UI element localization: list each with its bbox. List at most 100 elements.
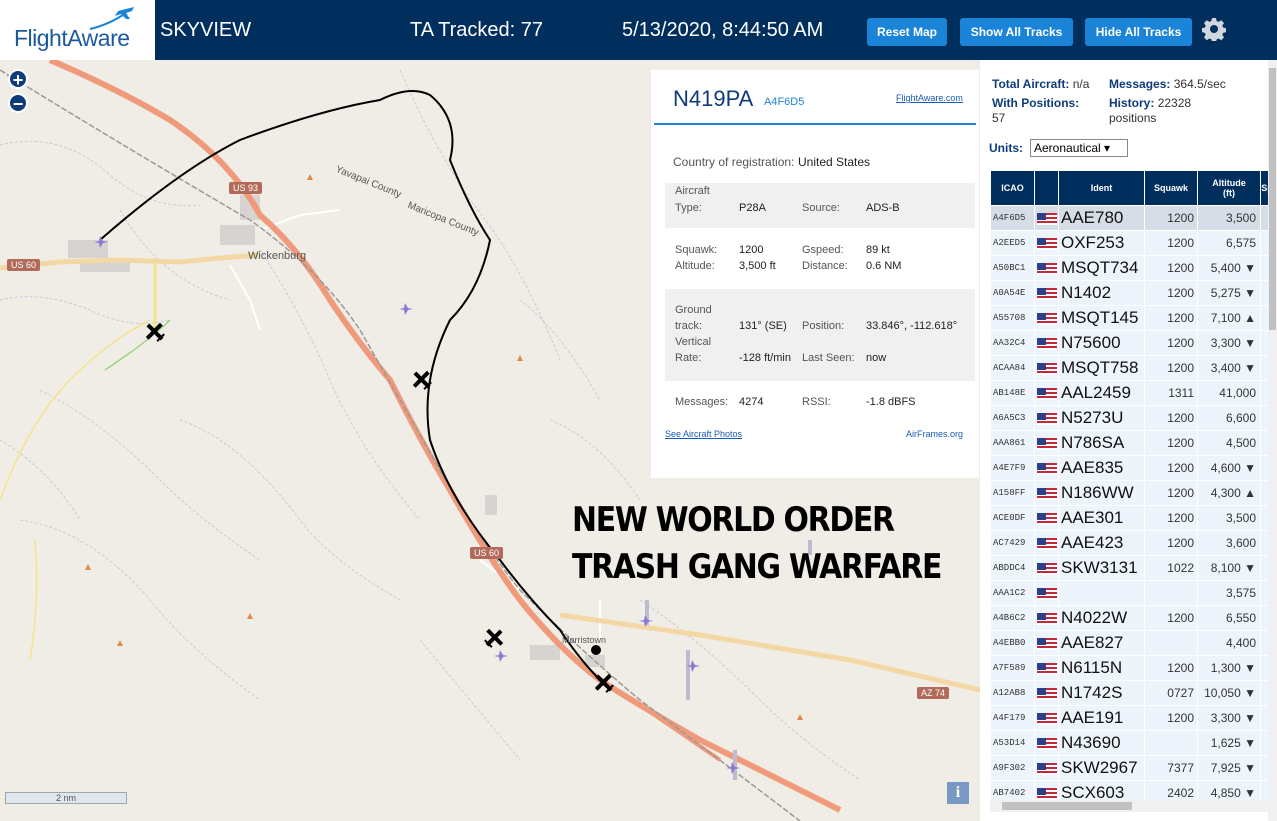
row-icao: AAA1C2 [991,581,1034,605]
col-icao[interactable]: ICAO [991,171,1034,205]
details-divider [654,123,976,125]
us-flag-icon [1036,737,1057,750]
aircraft-row[interactable]: A4F179 AAE191 1200 3,300 ▼ [991,706,1273,730]
source-value: ADS-B [866,202,900,214]
row-icao: A4F6D5 [991,206,1034,230]
zoom-in-button[interactable]: + [8,69,28,90]
vrate-value: -128 ft/min [739,352,791,364]
row-altitude: 41,000 [1198,381,1260,405]
row-ident: N186WW [1059,481,1144,505]
aircraft-row[interactable]: AC7429 AAE423 1200 3,600 [991,531,1273,555]
aircraft-row[interactable]: A50BC1 MSQT734 1200 5,400 ▼ [991,256,1273,280]
flightaware-logo[interactable]: FlightAware [0,0,155,60]
col-flag[interactable] [1035,171,1058,205]
top-bar: FlightAware SKYVIEW TA Tracked: 77 5/13/… [0,0,1277,60]
aircraft-row[interactable]: ACAA84 MSQT758 1200 3,400 ▼ [991,356,1273,380]
aircraft-row[interactable]: A2EED5 OXF253 1200 6,575 [991,231,1273,255]
zoom-out-button[interactable]: − [8,93,28,114]
row-ident: SKW2967 [1059,756,1144,780]
aircraft-details-panel: N419PA A4F6D5 FlightAware.com Country of… [651,70,979,478]
aircraft-row[interactable]: A4F6D5 AAE780 1200 3,500 [991,206,1273,230]
units-select[interactable]: Aeronautical ▾ [1030,139,1128,157]
show-all-tracks-button[interactable]: Show All Tracks [960,18,1073,46]
row-squawk: 1200 [1145,481,1197,505]
row-flag [1035,631,1058,655]
aircraft-row[interactable]: A9F302 SKW2967 7377 7,925 ▼ [991,756,1273,780]
lastseen-value: now [866,352,887,364]
list-vertical-scrollbar[interactable] [1268,60,1277,821]
stat-history-unit: positions [1109,111,1157,125]
position-label: Position: [802,320,845,332]
flightaware-link[interactable]: FlightAware.com [896,93,963,103]
aircraft-row[interactable]: A55708 MSQT145 1200 7,100 ▲ [991,306,1273,330]
aircraft-row[interactable]: A6A5C3 N5273U 1200 6,600 [991,406,1273,430]
aircraft-row[interactable]: A7F589 N6115N 1200 1,300 ▼ [991,656,1273,680]
row-altitude: 3,500 [1198,206,1260,230]
aircraft-row[interactable]: ABDDC4 SKW3131 1022 8,100 ▼ [991,556,1273,580]
us-flag-icon [1036,512,1057,525]
row-flag [1035,281,1058,305]
reset-map-button[interactable]: Reset Map [867,18,947,46]
aircraft-row[interactable]: AB148E AAL2459 1311 41,000 [991,381,1273,405]
row-altitude: 4,300 ▲ [1198,481,1260,505]
row-flag [1035,231,1058,255]
row-flag [1035,531,1058,555]
details-hex[interactable]: A4F6D5 [764,96,804,108]
aircraft-row[interactable]: A12AB8 N1742S 0727 10,050 ▼ [991,681,1273,705]
us-flag-icon [1036,337,1057,350]
altitude-label: Altitude: [675,260,715,272]
row-flag [1035,706,1058,730]
us-flag-icon [1036,487,1057,500]
gear-icon[interactable] [1202,17,1226,41]
row-squawk: 1200 [1145,356,1197,380]
aircraft-type-label-2: Type: [675,202,702,214]
row-flag [1035,481,1058,505]
overlay-caption-line1: NEW WORLD ORDER [572,500,895,540]
aircraft-row[interactable]: A4E7F9 AAE835 1200 4,600 ▼ [991,456,1273,480]
hide-all-tracks-button[interactable]: Hide All Tracks [1085,18,1192,46]
row-icao: A12AB8 [991,681,1034,705]
col-squawk[interactable]: Squawk [1145,171,1197,205]
aircraft-photos-link[interactable]: See Aircraft Photos [665,429,742,439]
col-altitude[interactable]: Altitude (ft) [1198,171,1260,205]
aircraft-row[interactable]: AAA861 N786SA 1200 4,500 [991,431,1273,455]
aircraft-row[interactable]: AA32C4 N75600 1200 3,300 ▼ [991,331,1273,355]
row-altitude: 6,600 [1198,406,1260,430]
aircraft-row[interactable]: A0A54E N1402 1200 5,275 ▼ [991,281,1273,305]
vertical-scroll-thumb[interactable] [1269,68,1276,330]
horizontal-scroll-thumb[interactable] [1002,802,1132,810]
track-value: 131° (SE) [739,320,787,332]
row-flag [1035,206,1058,230]
row-icao: A53D14 [991,731,1034,755]
country-label: Country of registration: [673,155,795,169]
row-altitude: 4,500 [1198,431,1260,455]
aircraft-row[interactable]: ACE0DF AAE301 1200 3,500 [991,506,1273,530]
row-squawk: 1200 [1145,506,1197,530]
datetime: 5/13/2020, 8:44:50 AM [622,19,824,41]
row-altitude: 3,575 [1198,581,1260,605]
row-icao: A4E7F9 [991,456,1034,480]
row-ident: MSQT758 [1059,356,1144,380]
aircraft-row[interactable]: A53D14 N43690 1,625 ▼ [991,731,1273,755]
row-icao: ACE0DF [991,506,1034,530]
row-squawk: 0727 [1145,681,1197,705]
road-shield-us60: US 60 [470,547,504,559]
road-shield-az74: AZ 74 [917,687,950,699]
row-ident: SKW3131 [1059,556,1144,580]
row-ident: N5273U [1059,406,1144,430]
details-section-track [665,289,975,381]
row-icao: A4F179 [991,706,1034,730]
list-horizontal-scrollbar[interactable] [990,800,1268,812]
col-ident[interactable]: Ident [1059,171,1144,205]
row-ident: AAE827 [1059,631,1144,655]
row-squawk: 1200 [1145,431,1197,455]
aircraft-row[interactable]: AAA1C2 3,575 [991,581,1273,605]
row-squawk: 1200 [1145,706,1197,730]
aircraft-row[interactable]: A4EBB0 AAE827 4,400 [991,631,1273,655]
map-info-button[interactable]: i [947,782,969,804]
row-squawk [1145,581,1197,605]
aircraft-row[interactable]: A4B6C2 N4022W 1200 6,550 [991,606,1273,630]
aircraft-row[interactable]: A158FF N186WW 1200 4,300 ▲ [991,481,1273,505]
row-altitude: 7,100 ▲ [1198,306,1260,330]
airframes-link[interactable]: AirFrames.org [906,429,963,439]
